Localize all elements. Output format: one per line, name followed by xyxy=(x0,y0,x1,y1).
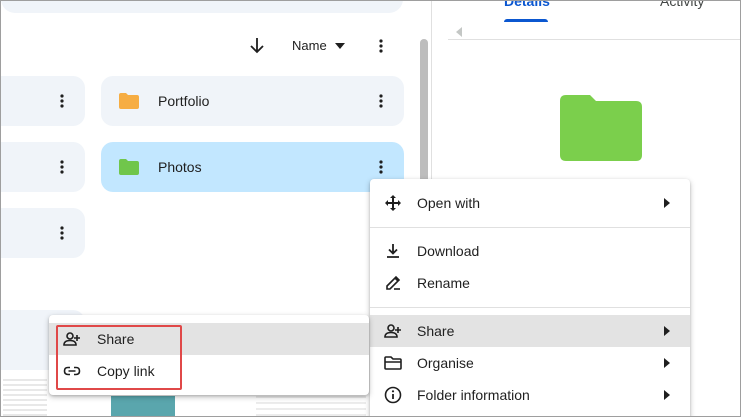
tab-details[interactable]: Details xyxy=(504,1,550,9)
folder-name: Portfolio xyxy=(158,93,210,109)
folder-open-icon xyxy=(384,356,402,370)
folder-icon xyxy=(119,93,139,109)
menu-item-folder-information[interactable]: Folder information xyxy=(370,379,690,411)
top-card-strip[interactable] xyxy=(1,1,403,13)
context-menu: Open with Download Rename Share Organise… xyxy=(370,179,690,416)
divider xyxy=(448,39,740,40)
more-vert-icon[interactable] xyxy=(52,157,72,177)
menu-divider xyxy=(370,307,690,308)
menu-item-label: Folder information xyxy=(417,387,530,403)
caret-down-icon[interactable] xyxy=(335,43,345,49)
menu-item-label: Organise xyxy=(417,355,474,371)
chevron-right-icon xyxy=(664,358,670,368)
menu-item-download[interactable]: Download xyxy=(370,235,690,267)
menu-item-label: Open with xyxy=(417,195,481,211)
download-icon xyxy=(387,244,399,258)
folder-card-photos[interactable]: Photos xyxy=(101,142,404,192)
menu-item-rename[interactable]: Rename xyxy=(370,267,690,299)
more-vert-icon[interactable] xyxy=(52,223,72,243)
chevron-right-icon xyxy=(664,198,670,208)
file-thumbnail[interactable] xyxy=(3,379,47,416)
folder-card[interactable] xyxy=(1,208,85,258)
menu-divider xyxy=(370,227,690,228)
menu-item-label: Rename xyxy=(417,275,470,291)
folder-card-portfolio[interactable]: Portfolio xyxy=(101,76,404,126)
sort-by-name-button[interactable]: Name xyxy=(292,38,327,53)
tab-activity[interactable]: Activity xyxy=(660,1,704,9)
menu-item-organise[interactable]: Organise xyxy=(370,347,690,379)
more-vert-icon[interactable] xyxy=(371,91,391,111)
sort-controls: Name xyxy=(237,33,407,59)
folder-preview-icon xyxy=(560,95,642,161)
more-vert-icon[interactable] xyxy=(52,91,72,111)
more-vert-icon[interactable] xyxy=(371,36,391,56)
menu-item-label: Download xyxy=(417,243,480,259)
menu-item-label: Share xyxy=(417,323,455,339)
active-tab-indicator xyxy=(504,19,548,22)
move-arrows-icon xyxy=(385,195,401,211)
folder-icon xyxy=(119,159,139,175)
drive-window: Name Portfolio Photos Details Activity O… xyxy=(0,0,741,417)
menu-item-share[interactable]: Share xyxy=(370,315,690,347)
folder-card[interactable] xyxy=(1,142,85,192)
chevron-right-icon xyxy=(664,326,670,336)
folder-name: Photos xyxy=(158,159,202,175)
chevron-right-icon xyxy=(664,390,670,400)
file-thumbnail[interactable] xyxy=(111,396,175,416)
annotation-highlight-box xyxy=(56,325,182,390)
pencil-icon xyxy=(386,275,401,290)
caret-left-icon[interactable] xyxy=(456,27,462,37)
folder-card[interactable] xyxy=(1,76,85,126)
info-icon xyxy=(384,386,402,404)
menu-item-open-with[interactable]: Open with xyxy=(370,187,690,219)
more-vert-icon[interactable] xyxy=(371,157,391,177)
arrow-down-icon[interactable] xyxy=(249,37,265,55)
person-add-icon xyxy=(384,324,401,338)
